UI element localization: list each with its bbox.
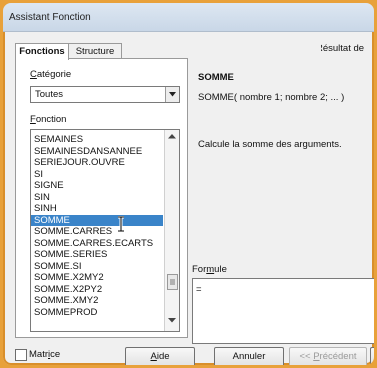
result-label: Résultat de (321, 43, 365, 54)
function-list-item[interactable]: SOMME.XMY2 (31, 295, 163, 307)
function-list-item[interactable]: SOMME.SI (31, 261, 163, 273)
function-list-item[interactable]: SOMME (31, 214, 163, 226)
ibeam-cursor-icon (118, 216, 124, 232)
function-list-item[interactable]: SEMAINES (31, 134, 163, 146)
scroll-down-icon[interactable] (168, 318, 176, 323)
function-name: SOMME (198, 72, 234, 83)
functions-panel: Catégorie Toutes Fonction SEMAINES SEMAIN… (15, 58, 188, 338)
formula-field[interactable]: = (192, 278, 374, 344)
tab-fonctions[interactable]: Fonctions (15, 43, 69, 60)
function-list-item[interactable]: SOMME.SERIES (31, 249, 163, 261)
formula-label: Formule (192, 264, 227, 275)
tab-fonctions-label: Fonctions (19, 46, 65, 57)
matrix-checkbox[interactable] (15, 349, 27, 361)
window-title: Assistant Fonction (9, 12, 91, 23)
title-bar: Assistant Fonction (3, 3, 374, 32)
function-items: SEMAINES SEMAINESDANSANNEE SERIEJOUR.OUVRE… (31, 134, 163, 318)
function-list-item[interactable]: SEMAINESDANSANNEE (31, 146, 163, 158)
category-select[interactable]: Toutes (30, 86, 180, 103)
function-list-item[interactable]: SOMME.CARRES (31, 226, 163, 238)
function-list-item[interactable]: SI (31, 169, 163, 181)
cancel-button[interactable]: Annuler (214, 347, 284, 365)
function-listbox[interactable]: SEMAINES SEMAINESDANSANNEE SERIEJOUR.OUVRE… (30, 129, 180, 332)
function-list-item[interactable]: SERIEJOUR.OUVRE (31, 157, 163, 169)
function-description: Calcule la somme des arguments. (198, 139, 342, 150)
help-button[interactable]: Aide (125, 347, 195, 365)
tab-structure-label: Structure (75, 46, 115, 57)
category-value: Toutes (35, 89, 63, 100)
function-wizard-dialog: Assistant Fonction Fonctions Structure C… (3, 3, 374, 365)
function-list-item[interactable]: SOMME.X2MY2 (31, 272, 163, 284)
formula-value: = (196, 284, 202, 295)
matrix-label: Matrice (29, 349, 61, 360)
function-syntax: SOMME( nombre 1; nombre 2; ... ) (198, 92, 345, 103)
function-label: Fonction (30, 114, 67, 125)
function-list-item[interactable]: SOMMEPROD (31, 307, 163, 319)
next-button-edge[interactable] (370, 347, 374, 365)
tab-structure[interactable]: Structure (68, 43, 122, 59)
function-list-item[interactable]: SOMME.X2PY2 (31, 284, 163, 296)
function-list-item[interactable]: SOMME.CARRES.ECARTS (31, 238, 163, 250)
function-list-item[interactable]: SINH (31, 203, 163, 215)
function-list-item[interactable]: SIN (31, 192, 163, 204)
vertical-scrollbar[interactable] (164, 130, 179, 331)
scroll-thumb[interactable] (167, 274, 178, 290)
chevron-down-icon (169, 92, 176, 97)
scroll-up-icon[interactable] (168, 134, 176, 139)
previous-button[interactable]: << Précédent (289, 347, 367, 365)
category-label: Catégorie (30, 69, 72, 80)
function-list-item[interactable]: SIGNE (31, 180, 163, 192)
grip-icon (170, 279, 175, 285)
dropdown-button[interactable] (165, 87, 179, 102)
